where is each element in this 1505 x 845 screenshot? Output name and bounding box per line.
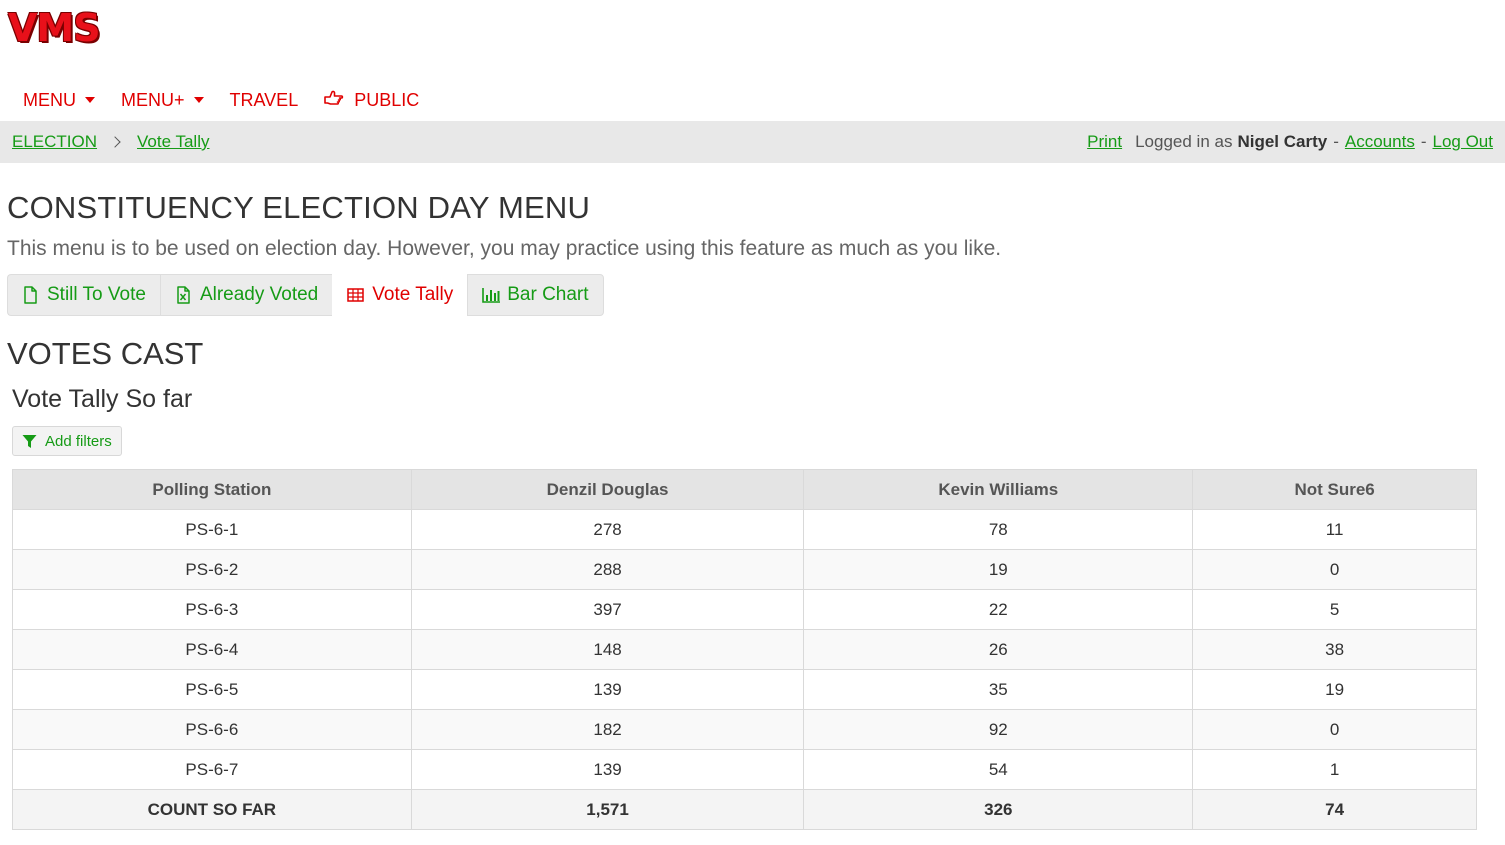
table-cell: 148 [410, 629, 805, 670]
logo-text: VMS [8, 6, 101, 50]
table-cell: PS-6-7 [12, 749, 412, 790]
table-cell: 278 [410, 509, 805, 550]
table-cell: 19 [1192, 669, 1477, 710]
table-cell: 78 [803, 509, 1194, 550]
logged-in-label: Logged in as [1135, 132, 1233, 151]
header-candidate-2[interactable]: Kevin Williams [803, 469, 1194, 510]
total-cell: 326 [803, 789, 1194, 830]
vote-tally-table: Polling Station Denzil Douglas Kevin Wil… [12, 469, 1477, 830]
nav-travel[interactable]: TRAVEL [217, 84, 312, 116]
table-cell: 0 [1192, 549, 1477, 590]
nav-travel-label: TRAVEL [229, 89, 299, 110]
tab-bar-chart[interactable]: Bar Chart [467, 274, 604, 316]
tab-bar-chart-label: Bar Chart [507, 284, 589, 305]
table-cell: PS-6-2 [12, 549, 412, 590]
add-filters-button[interactable]: Add filters [12, 426, 122, 456]
table-cell: 38 [1192, 629, 1477, 670]
file-excel-icon [175, 286, 192, 304]
separator: - [1420, 132, 1427, 151]
nav-menu-plus-label: MENU+ [121, 89, 185, 110]
hand-pointing-icon [324, 90, 344, 111]
table-cell: 1 [1192, 749, 1477, 790]
logout-link[interactable]: Log Out [1433, 132, 1494, 152]
breadcrumb: ELECTION Vote Tally [12, 132, 210, 152]
table-cell: PS-6-3 [12, 589, 412, 630]
page-title: CONSTITUENCY ELECTION DAY MENU [7, 190, 591, 225]
section-title: VOTES CAST [7, 336, 204, 371]
tab-vote-tally[interactable]: Vote Tally [332, 274, 468, 316]
table-cell: PS-6-4 [12, 629, 412, 670]
nav-public-label: PUBLIC [354, 89, 420, 110]
table-icon [347, 286, 364, 304]
table-cell: 92 [803, 709, 1194, 750]
chevron-right-icon [109, 136, 121, 148]
tab-still-to-vote-label: Still To Vote [47, 284, 146, 305]
table-cell: 54 [803, 749, 1194, 790]
app-logo[interactable]: VMS [8, 6, 101, 50]
table-cell: 0 [1192, 709, 1477, 750]
nav-menu-label: MENU [23, 89, 76, 110]
accounts-link[interactable]: Accounts [1345, 132, 1415, 152]
header-polling-station[interactable]: Polling Station [12, 469, 412, 510]
table-header-row: Polling Station Denzil Douglas Kevin Wil… [12, 469, 1477, 510]
header-candidate-3[interactable]: Not Sure6 [1192, 469, 1477, 510]
table-row: PS-6-6 182 92 0 [12, 709, 1477, 750]
print-link[interactable]: Print [1087, 132, 1122, 152]
breadcrumb-bar: ELECTION Vote Tally Print Logged in as N… [0, 121, 1505, 163]
tab-vote-tally-label: Vote Tally [372, 284, 454, 305]
header-candidate-1[interactable]: Denzil Douglas [410, 469, 805, 510]
table-row: PS-6-4 148 26 38 [12, 629, 1477, 670]
table-cell: 5 [1192, 589, 1477, 630]
table-cell: PS-6-6 [12, 709, 412, 750]
total-cell: 1,571 [410, 789, 805, 830]
caret-down-icon [193, 97, 204, 103]
user-bar: Print Logged in as Nigel Carty - Account… [1087, 132, 1493, 152]
table-cell: PS-6-5 [12, 669, 412, 710]
total-label: COUNT SO FAR [12, 789, 412, 830]
breadcrumb-vote-tally[interactable]: Vote Tally [137, 132, 209, 152]
filter-icon [22, 434, 37, 448]
table-cell: 397 [410, 589, 805, 630]
file-icon [22, 286, 39, 304]
caret-down-icon [85, 97, 95, 103]
nav-menu-plus[interactable]: MENU+ [108, 84, 217, 116]
table-row: PS-6-7 139 54 1 [12, 749, 1477, 790]
table-cell: 11 [1192, 509, 1477, 550]
table-cell: 26 [803, 629, 1194, 670]
nav-public[interactable]: PUBLIC [311, 84, 432, 116]
tab-still-to-vote[interactable]: Still To Vote [7, 274, 160, 316]
total-cell: 74 [1192, 789, 1477, 830]
table-row: PS-6-2 288 19 0 [12, 549, 1477, 590]
table-cell: 139 [410, 749, 805, 790]
bar-chart-icon [482, 286, 501, 304]
separator: - [1333, 132, 1339, 151]
table-cell: PS-6-1 [12, 509, 412, 550]
table-row: PS-6-1 278 78 11 [12, 509, 1477, 550]
tab-already-voted-label: Already Voted [199, 284, 319, 305]
section-subtitle: Vote Tally So far [12, 385, 193, 413]
table-cell: 182 [410, 709, 805, 750]
table-cell: 288 [410, 549, 805, 590]
table-cell: 139 [410, 669, 805, 710]
table-cell: 22 [803, 589, 1194, 630]
total-row: COUNT SO FAR 1,571 326 74 [12, 789, 1477, 830]
election-tabs: Still To Vote Already Voted Vote Tally B… [7, 274, 604, 316]
add-filters-label: Add filters [45, 432, 112, 450]
table-row: PS-6-5 139 35 19 [12, 669, 1477, 710]
table-row: PS-6-3 397 22 5 [12, 589, 1477, 630]
breadcrumb-election[interactable]: ELECTION [12, 132, 97, 152]
table-cell: 19 [803, 549, 1194, 590]
tab-already-voted[interactable]: Already Voted [159, 274, 333, 316]
table-cell: 35 [803, 669, 1194, 710]
page-description: This menu is to be used on election day.… [7, 237, 1002, 260]
nav-menu[interactable]: MENU [10, 84, 108, 116]
top-nav: MENU MENU+ TRAVEL PUBLIC [10, 84, 432, 116]
user-name: Nigel Carty [1237, 132, 1328, 151]
